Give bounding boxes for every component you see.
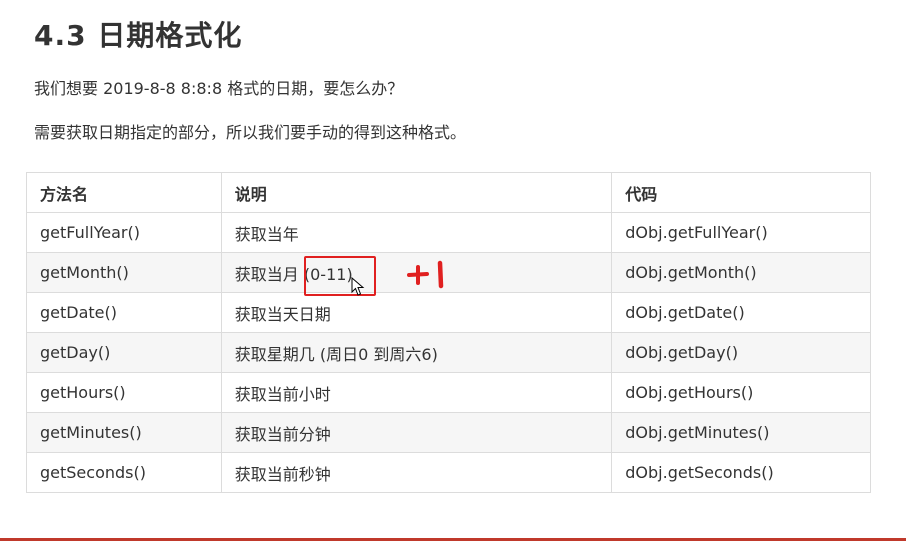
plus-one-annotation	[407, 260, 444, 289]
description-cell: 获取当年	[220, 212, 613, 253]
code-cell: dObj.getSeconds()	[611, 452, 871, 493]
bottom-divider	[0, 538, 906, 541]
description-cell: 获取当前小时	[220, 372, 613, 413]
mouse-pointer-icon	[351, 277, 365, 296]
method-name-cell: getHours()	[26, 372, 222, 413]
intro-paragraph: 我们想要 2019-8-8 8:8:8 格式的日期，要怎么办？	[34, 79, 404, 98]
table-header-row: 方法名 说明 代码	[26, 172, 871, 213]
method-name-cell: getMonth()	[26, 252, 222, 293]
method-name-cell: getDay()	[26, 332, 222, 373]
code-cell: dObj.getMonth()	[611, 252, 871, 293]
description-cell: 获取当天日期	[220, 292, 613, 333]
code-cell: dObj.getDate()	[611, 292, 871, 333]
description-cell: 获取当前秒钟	[220, 452, 613, 493]
table-row: getSeconds() 获取当前秒钟 dObj.getSeconds()	[26, 452, 871, 493]
header-method-name: 方法名	[26, 172, 222, 213]
header-description: 说明	[220, 172, 613, 213]
explanation-paragraph: 需要获取日期指定的部分，所以我们要手动的得到这种格式。	[34, 123, 467, 142]
table-row: getFullYear() 获取当年 dObj.getFullYear()	[26, 212, 871, 253]
table-row: getMinutes() 获取当前分钟 dObj.getMinutes()	[26, 412, 871, 453]
description-cell: 获取当前分钟	[220, 412, 613, 453]
date-methods-table: 方法名 说明 代码 getFullYear() 获取当年 dObj.getFul…	[26, 172, 871, 493]
code-cell: dObj.getMinutes()	[611, 412, 871, 453]
table-row: getDate() 获取当天日期 dObj.getDate()	[26, 292, 871, 333]
section-heading: 4.3 日期格式化	[34, 19, 243, 52]
table-row: getHours() 获取当前小时 dObj.getHours()	[26, 372, 871, 413]
description-cell: 获取星期几 (周日0 到周六6)	[220, 332, 613, 373]
table-row: getDay() 获取星期几 (周日0 到周六6) dObj.getDay()	[26, 332, 871, 373]
method-name-cell: getMinutes()	[26, 412, 222, 453]
code-cell: dObj.getHours()	[611, 372, 871, 413]
document-page: 4.3 日期格式化 我们想要 2019-8-8 8:8:8 格式的日期，要怎么办…	[0, 0, 906, 543]
method-name-cell: getFullYear()	[26, 212, 222, 253]
method-name-cell: getSeconds()	[26, 452, 222, 493]
code-cell: dObj.getDay()	[611, 332, 871, 373]
header-code: 代码	[611, 172, 871, 213]
month-range-highlight-box	[304, 256, 376, 296]
code-cell: dObj.getFullYear()	[611, 212, 871, 253]
method-name-cell: getDate()	[26, 292, 222, 333]
